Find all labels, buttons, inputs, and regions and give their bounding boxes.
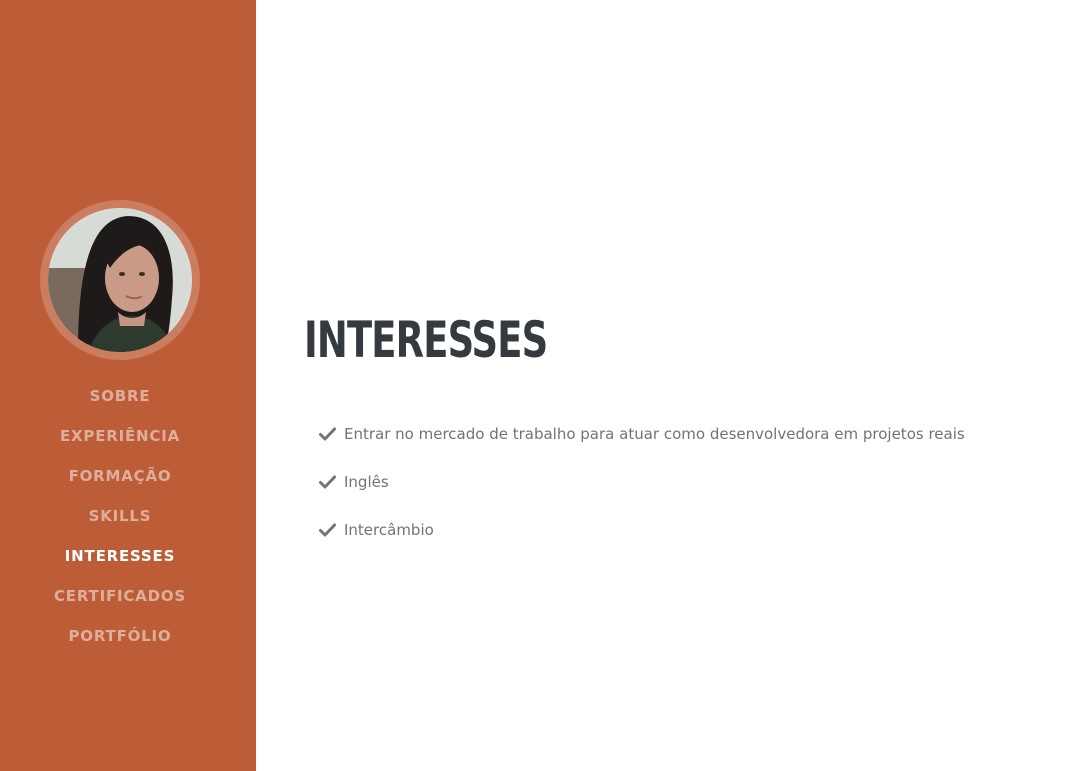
list-item-text: Inglês — [344, 473, 389, 491]
sidebar-nav: SOBRE EXPERIÊNCIA FORMAÇÃO SKILLS INTERE… — [0, 376, 240, 656]
check-icon — [319, 523, 336, 537]
check-icon — [319, 427, 336, 441]
nav-link-certificados[interactable]: CERTIFICADOS — [54, 576, 186, 616]
sidebar-item-interesses: INTERESSES — [0, 536, 240, 576]
avatar-photo — [48, 208, 192, 352]
check-icon — [319, 475, 336, 489]
nav-link-interesses[interactable]: INTERESSES — [65, 536, 175, 576]
sidebar-item-sobre: SOBRE — [0, 376, 240, 416]
sidebar-item-certificados: CERTIFICADOS — [0, 576, 240, 616]
avatar[interactable] — [48, 208, 192, 352]
nav-link-skills[interactable]: SKILLS — [89, 496, 152, 536]
list-item: Intercâmbio — [319, 506, 965, 554]
list-item-text: Intercâmbio — [344, 521, 434, 539]
list-item: Entrar no mercado de trabalho para atuar… — [319, 410, 965, 458]
avatar-ring — [40, 200, 200, 360]
interests-list: Entrar no mercado de trabalho para atuar… — [319, 410, 965, 554]
section-title: INTERESSES — [304, 311, 548, 369]
sidebar-item-formacao: FORMAÇÃO — [0, 456, 240, 496]
list-item: Inglês — [319, 458, 965, 506]
sidebar-item-skills: SKILLS — [0, 496, 240, 536]
sidebar: SOBRE EXPERIÊNCIA FORMAÇÃO SKILLS INTERE… — [0, 0, 256, 771]
nav-link-sobre[interactable]: SOBRE — [90, 376, 151, 416]
nav-link-experiencia[interactable]: EXPERIÊNCIA — [60, 416, 180, 456]
main-content: INTERESSES Entrar no mercado de trabalho… — [256, 0, 1086, 771]
nav-link-formacao[interactable]: FORMAÇÃO — [69, 456, 172, 496]
nav-link-portfolio[interactable]: PORTFÓLIO — [69, 616, 172, 656]
sidebar-item-portfolio: PORTFÓLIO — [0, 616, 240, 656]
list-item-text: Entrar no mercado de trabalho para atuar… — [344, 425, 965, 443]
sidebar-item-experiencia: EXPERIÊNCIA — [0, 416, 240, 456]
